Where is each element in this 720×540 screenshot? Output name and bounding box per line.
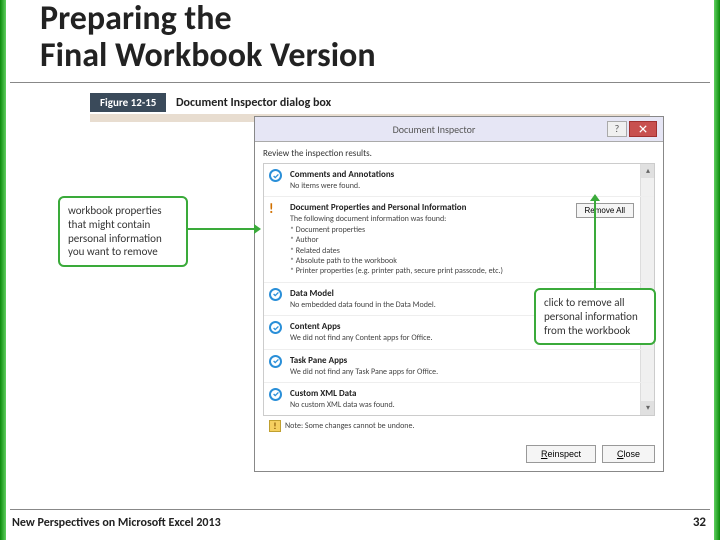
note-text: Note: Some changes cannot be undone. bbox=[285, 421, 415, 431]
callout-left-text: workbook properties that might contain p… bbox=[68, 204, 162, 258]
item-desc: No custom XML data was found. bbox=[290, 400, 636, 410]
result-item: Task Pane Apps We did not find any Task … bbox=[264, 350, 654, 383]
bullet: * Printer properties (e.g. printer path,… bbox=[290, 266, 636, 276]
help-button[interactable]: ? bbox=[607, 121, 627, 137]
bullet: * Author bbox=[290, 235, 636, 245]
check-icon bbox=[269, 169, 283, 183]
review-instruction: Review the inspection results. bbox=[263, 148, 655, 159]
result-item: Custom XML Data No custom XML data was f… bbox=[264, 383, 654, 415]
bullet: * Absolute path to the workbook bbox=[290, 256, 636, 266]
callout-right: click to remove all personal information… bbox=[534, 288, 656, 345]
title-underline bbox=[10, 82, 710, 83]
remove-all-button[interactable]: Remove All bbox=[576, 203, 634, 218]
item-desc: No items were found. bbox=[290, 181, 636, 191]
dialog-title: Document Inspector bbox=[261, 123, 607, 136]
dialog-window-buttons: ? bbox=[607, 121, 657, 137]
slide-left-accent bbox=[0, 0, 6, 540]
check-icon bbox=[269, 355, 283, 369]
note-row: ! Note: Some changes cannot be undone. bbox=[263, 416, 655, 436]
callout-left: workbook properties that might contain p… bbox=[58, 196, 188, 267]
figure-label: Figure 12-15 bbox=[90, 93, 166, 112]
warning-note-icon: ! bbox=[269, 420, 281, 432]
arrow-up-icon bbox=[590, 194, 600, 201]
item-title: Custom XML Data bbox=[290, 388, 636, 399]
callout-right-connector bbox=[594, 200, 596, 288]
callout-left-connector bbox=[188, 228, 254, 230]
callout-right-text: click to remove all personal information… bbox=[544, 296, 638, 337]
slide-title: Preparing the Final Workbook Version bbox=[40, 0, 376, 75]
bullet: * Related dates bbox=[290, 246, 636, 256]
title-line2: Final Workbook Version bbox=[40, 37, 376, 74]
page-number: 32 bbox=[693, 515, 706, 530]
footer-text: New Perspectives on Microsoft Excel 2013 bbox=[12, 516, 221, 530]
close-button[interactable]: Close bbox=[602, 445, 655, 463]
item-desc: The following document information was f… bbox=[290, 214, 636, 276]
check-icon bbox=[269, 321, 283, 335]
check-icon bbox=[269, 288, 283, 302]
item-desc-text: The following document information was f… bbox=[290, 214, 446, 224]
arrow-right-icon bbox=[254, 224, 261, 234]
close-icon[interactable] bbox=[629, 121, 657, 137]
slide-right-accent bbox=[714, 0, 720, 540]
item-title: Task Pane Apps bbox=[290, 355, 636, 366]
result-item: Comments and Annotations No items were f… bbox=[264, 164, 654, 197]
figure-caption: Document Inspector dialog box bbox=[176, 96, 331, 110]
dialog-footer: Reinspect Close bbox=[255, 440, 663, 471]
warning-icon: ! bbox=[269, 202, 283, 216]
check-icon bbox=[269, 388, 283, 402]
footer-divider bbox=[10, 509, 710, 510]
bullet: * Document properties bbox=[290, 225, 636, 235]
item-title: Comments and Annotations bbox=[290, 169, 636, 180]
item-desc: We did not find any Task Pane apps for O… bbox=[290, 367, 636, 377]
reinspect-button[interactable]: Reinspect bbox=[526, 445, 596, 463]
title-line1: Preparing the bbox=[40, 0, 376, 37]
dialog-titlebar: Document Inspector ? bbox=[255, 117, 663, 142]
